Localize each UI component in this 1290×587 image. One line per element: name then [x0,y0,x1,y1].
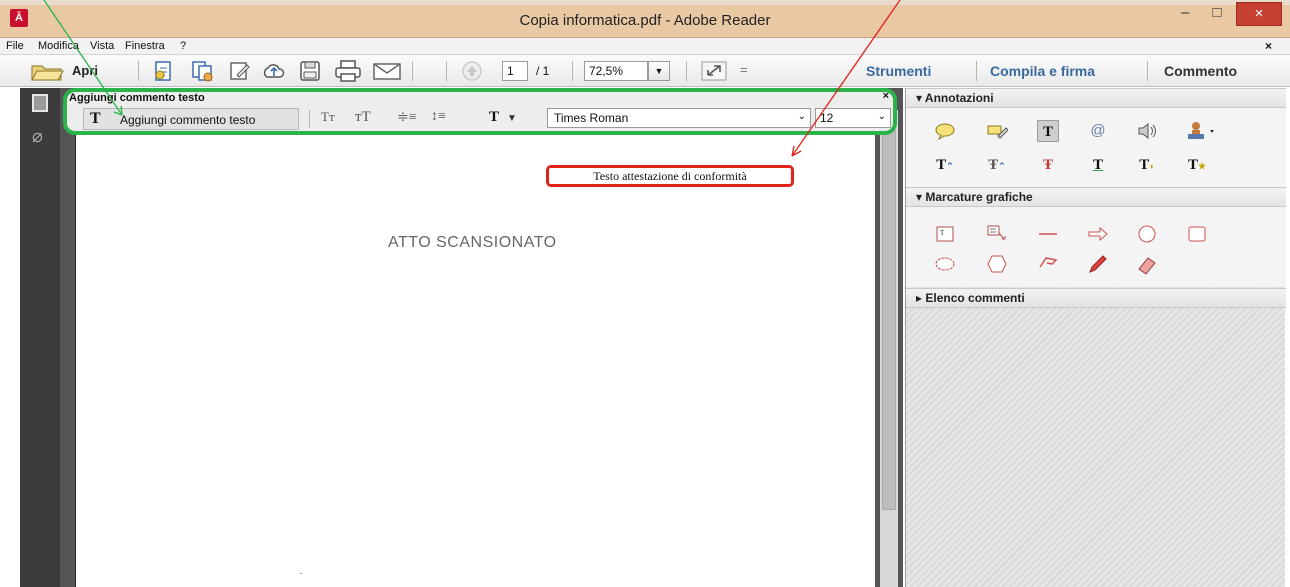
page-speck [300,573,302,574]
polygon-icon[interactable] [986,253,1008,275]
window-title: Copia informatica.pdf - Adobe Reader [519,12,771,29]
font-size-value: 12 [820,111,834,125]
annotations-section-header[interactable]: ▾ Annotazioni [906,88,1286,108]
pencil-icon[interactable] [1087,253,1109,275]
comments-list-section-header[interactable]: ▸ Elenco commenti [906,288,1286,308]
line-icon[interactable] [1037,223,1059,245]
highlight-text-icon[interactable] [986,120,1009,142]
stamp-icon[interactable] [1186,120,1220,142]
upload-cloud-icon[interactable] [262,60,286,82]
rectangle-icon[interactable] [1186,223,1208,245]
menu-bar: File Modifica Vista Finestra ? × [0,38,1290,55]
comment-toolbar-close-icon[interactable]: × [883,90,889,102]
title-bar-top-strip [0,0,1290,5]
comment-toolbar-separator [309,110,310,128]
menu-vista[interactable]: Vista [90,40,114,52]
replace-text-icon[interactable]: Ŧ⌃ [986,154,1008,176]
underline-text-icon[interactable]: T [1087,154,1109,176]
fit-window-expand-icon[interactable] [700,60,728,82]
text-box-icon[interactable]: T [934,223,956,245]
zoom-dropdown-button[interactable]: ▼ [648,61,670,81]
connected-lines-icon[interactable] [1037,253,1059,275]
toolbar-overflow-icon[interactable]: = [740,62,748,77]
attach-file-icon[interactable]: @ [1087,120,1109,142]
comment-tab[interactable]: Commento [1164,63,1237,79]
minimize-button[interactable]: – [1168,2,1202,26]
text-correction-markup-icon[interactable]: T★ [1186,154,1208,176]
menu-finestra[interactable]: Finestra [125,40,165,52]
add-text-comment-tool-button[interactable]: T Aggiungi commento testo [83,108,299,130]
edit-pdf-icon[interactable] [228,60,252,82]
maximize-button[interactable]: □ [1202,2,1232,26]
add-text-comment-tool-label: Aggiungi commento testo [120,113,256,127]
print-icon[interactable] [334,60,362,82]
strikethrough-text-icon[interactable]: Ŧ [1037,154,1059,176]
annotations-tools: T @ T⌃ Ŧ⌃ Ŧ T T◗ T★ [906,108,1286,194]
toolbar-separator [1147,61,1148,81]
open-button-label[interactable]: Apri [72,63,98,78]
scrollbar-thumb[interactable] [882,130,896,510]
comment-toolbar-title: Aggiungi commento testo [69,92,205,104]
text-tool-icon: T [90,110,101,127]
fill-sign-tab[interactable]: Compila e firma [990,63,1095,79]
main-toolbar: Apri 1 / 1 72,5% ▼ = Strumenti Compila e… [0,55,1290,87]
toolbar-separator [976,61,977,81]
close-button[interactable]: × [1236,2,1282,26]
toolbar-separator [572,61,573,81]
decrease-line-spacing-icon[interactable]: ≑≡ [397,109,417,126]
text-color-dropdown-icon[interactable]: ▼ [507,113,517,124]
text-color-icon[interactable]: T [489,109,499,126]
increase-text-size-icon[interactable]: ᴛT [355,109,371,126]
page-total-label: / 1 [536,64,550,78]
font-size-select[interactable]: 12 ⌄ [815,108,891,128]
attachments-paperclip-icon[interactable]: ⌀ [32,126,43,147]
toolbar-separator [412,61,413,81]
font-family-value: Times Roman [554,111,629,125]
menu-help[interactable]: ? [180,40,186,52]
cloud-icon[interactable] [934,253,956,275]
add-text-comment-icon[interactable]: T [1037,120,1059,142]
menu-close-document-icon[interactable]: × [1265,39,1272,53]
pages-thumbnail-icon[interactable] [32,94,48,112]
font-family-select[interactable]: Times Roman ⌄ [547,108,811,128]
menu-file[interactable]: File [6,40,24,52]
combine-files-icon[interactable] [190,60,214,82]
decrease-text-size-icon[interactable]: Tт [321,109,335,125]
toolbar-separator [138,61,139,81]
vertical-scrollbar[interactable] [880,110,898,587]
callout-icon[interactable] [986,223,1008,245]
chevron-down-icon: ⌄ [877,111,886,122]
add-note-to-text-icon[interactable]: T◗ [1136,154,1158,176]
sticky-note-icon[interactable] [934,120,956,142]
toolbar-separator [446,61,447,81]
graphic-markup-tools: T [906,207,1286,287]
navigation-pane: ⌀ [20,88,60,587]
title-bar: Ā Copia informatica.pdf - Adobe Reader –… [0,0,1290,38]
add-text-comment-toolbar: Aggiungi commento testo × T Aggiungi com… [63,88,897,135]
page-number-input[interactable]: 1 [502,61,528,81]
outer-left-margin [0,88,20,587]
svg-text:T: T [940,229,945,237]
create-pdf-icon[interactable] [152,60,176,82]
previous-page-up-arrow-icon[interactable] [456,60,488,82]
insert-text-icon[interactable]: T⌃ [934,154,956,176]
chevron-down-icon: ⌄ [797,111,806,122]
comment-right-panel: ▾ Annotazioni T @ T⌃ Ŧ⌃ Ŧ T T◗ T★ ▾ Marc… [905,88,1286,587]
arrow-icon[interactable] [1087,223,1109,245]
save-icon[interactable] [298,60,322,82]
eraser-icon[interactable] [1136,253,1158,275]
record-audio-icon[interactable] [1136,120,1158,142]
increase-line-spacing-icon[interactable]: ↕≡ [431,109,446,125]
text-comment-annotation[interactable]: Testo attestazione di conformità [546,165,794,187]
graphic-markup-section-header[interactable]: ▾ Marcature grafiche [906,187,1286,207]
toolbar-separator [686,61,687,81]
open-folder-icon[interactable] [30,60,64,82]
scanned-document-text: ATTO SCANSIONATO [388,234,557,251]
menu-modifica[interactable]: Modifica [38,40,79,52]
tools-tab[interactable]: Strumenti [866,63,931,79]
email-icon[interactable] [372,60,402,82]
zoom-input[interactable]: 72,5% [584,61,648,81]
document-view [60,88,903,587]
oval-icon[interactable] [1136,223,1158,245]
